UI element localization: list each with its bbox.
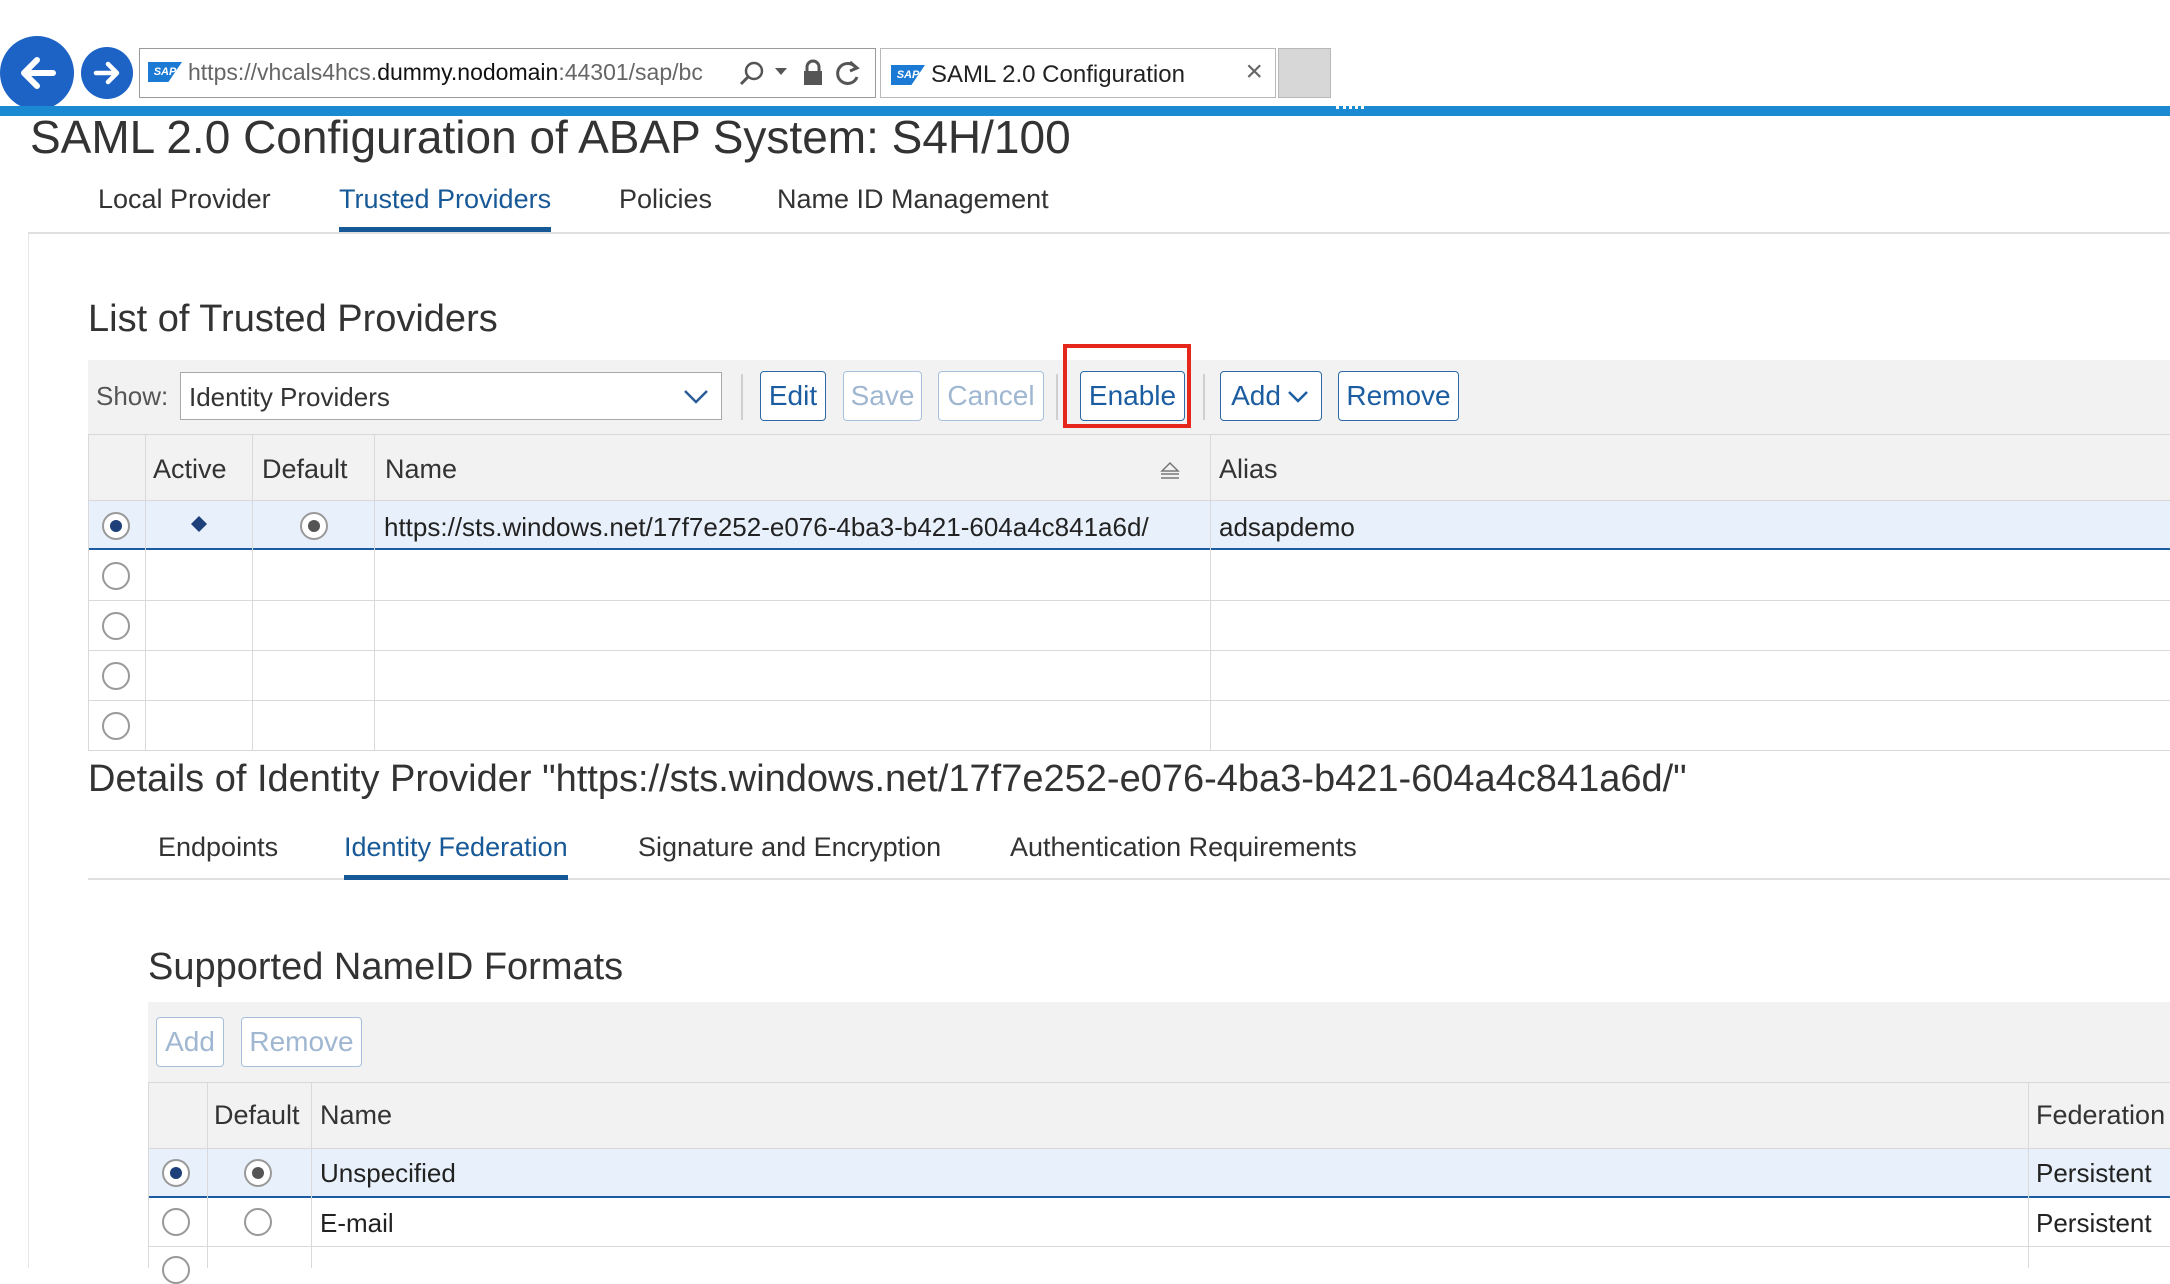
add-menu-button[interactable]: Add <box>1220 371 1322 421</box>
row-select-radio[interactable] <box>102 562 130 590</box>
row-select-radio[interactable] <box>102 662 130 690</box>
edit-button[interactable]: Edit <box>760 371 826 421</box>
show-select[interactable]: Identity Providers <box>180 372 722 420</box>
row-select-radio[interactable] <box>102 512 130 540</box>
nameid-toolbar <box>148 1002 2170 1082</box>
resize-handle[interactable] <box>1336 106 1364 113</box>
nameid-heading: Supported NameID Formats <box>148 946 624 988</box>
browser-tab-title: SAML 2.0 Configuration <box>931 61 1185 88</box>
sort-icon[interactable] <box>1158 460 1182 480</box>
row-select-radio[interactable] <box>162 1208 190 1236</box>
sap-logo-icon: SAP <box>891 65 925 85</box>
remove-button[interactable]: Remove <box>1338 371 1459 421</box>
back-button[interactable] <box>0 36 74 110</box>
tab-endpoints[interactable]: Endpoints <box>158 832 278 875</box>
nameid-name: Unspecified <box>320 1158 456 1188</box>
column-header-name[interactable]: Name <box>385 454 457 485</box>
grid-line <box>88 750 2170 751</box>
search-icon[interactable] <box>738 60 766 88</box>
chevron-down-icon <box>1288 391 1308 403</box>
tab-authentication-requirements[interactable]: Authentication Requirements <box>1010 832 1357 875</box>
row-select-radio[interactable] <box>162 1159 190 1187</box>
nameid-header-row <box>148 1082 2170 1148</box>
grid-line <box>88 500 2170 501</box>
forward-button[interactable] <box>81 47 133 99</box>
address-bar[interactable]: SAP https://vhcals4hcs.dummy.nodomain:44… <box>139 48 876 98</box>
grid-line <box>88 600 2170 601</box>
new-tab-button[interactable] <box>1278 48 1331 98</box>
nameid-add-button[interactable]: Add <box>156 1017 224 1067</box>
address-url: https://vhcals4hcs.dummy.nodomain:44301/… <box>188 59 703 85</box>
tab-identity-federation[interactable]: Identity Federation <box>344 832 568 880</box>
row-select-radio[interactable] <box>102 612 130 640</box>
nameid-name: E-mail <box>320 1208 394 1238</box>
toolbar-separator <box>1056 374 1058 420</box>
column-header-active[interactable]: Active <box>153 454 227 485</box>
grid-line <box>2028 1082 2029 1268</box>
provider-name: https://sts.windows.net/17f7e252-e076-4b… <box>384 512 1149 542</box>
add-menu-label: Add <box>1231 380 1281 411</box>
grid-line <box>207 1082 208 1268</box>
column-header-federation[interactable]: Federation <box>2036 1100 2165 1131</box>
column-header-name[interactable]: Name <box>320 1100 392 1131</box>
grid-line <box>148 1082 149 1268</box>
enable-highlight-box <box>1063 344 1191 428</box>
lock-icon[interactable] <box>802 59 824 87</box>
details-heading: Details of Identity Provider "https://st… <box>88 758 1687 800</box>
tab-local-provider[interactable]: Local Provider <box>98 184 271 227</box>
nameid-remove-button[interactable]: Remove <box>241 1017 362 1067</box>
grid-line <box>88 434 89 750</box>
tab-trusted-providers[interactable]: Trusted Providers <box>339 184 552 232</box>
page-title: SAML 2.0 Configuration of ABAP System: S… <box>30 111 1071 163</box>
column-header-default[interactable]: Default <box>214 1100 300 1131</box>
toolbar-separator <box>1203 374 1205 420</box>
row-select-radio[interactable] <box>102 712 130 740</box>
sap-logo-icon: SAP <box>148 62 182 82</box>
save-button[interactable]: Save <box>843 371 922 421</box>
tab-name-id-management[interactable]: Name ID Management <box>777 184 1049 227</box>
close-tab-icon[interactable]: × <box>1245 55 1263 89</box>
row-select-radio[interactable] <box>162 1256 190 1284</box>
default-radio[interactable] <box>300 512 328 540</box>
grid-line <box>88 700 2170 701</box>
show-select-value: Identity Providers <box>189 382 390 412</box>
grid-line <box>88 434 2170 435</box>
arrow-right-icon <box>93 61 120 85</box>
grid-line <box>311 1082 312 1268</box>
providers-heading: List of Trusted Providers <box>88 298 498 340</box>
main-tab-strip: Local Provider Trusted Providers Policie… <box>28 172 2170 234</box>
grid-line <box>88 650 2170 651</box>
details-tab-strip: Endpoints Identity Federation Signature … <box>88 820 2170 880</box>
column-header-alias[interactable]: Alias <box>1219 454 1278 485</box>
show-label: Show: <box>96 381 169 411</box>
grid-line <box>148 1148 2170 1149</box>
default-radio[interactable] <box>244 1159 272 1187</box>
grid-line <box>145 434 146 750</box>
nameid-federation: Persistent <box>2036 1158 2152 1188</box>
refresh-icon[interactable] <box>834 59 862 87</box>
tab-signature-encryption[interactable]: Signature and Encryption <box>638 832 941 875</box>
arrow-left-icon <box>21 57 56 89</box>
toolbar-separator <box>741 374 743 420</box>
grid-line <box>252 434 253 750</box>
grid-line <box>148 1246 2170 1247</box>
provider-alias: adsapdemo <box>1219 512 1355 542</box>
nameid-federation: Persistent <box>2036 1208 2152 1238</box>
column-header-default[interactable]: Default <box>262 454 348 485</box>
grid-line <box>374 434 375 750</box>
active-diamond-icon <box>191 516 207 532</box>
browser-tab[interactable]: SAP SAML 2.0 Configuration × <box>880 48 1276 98</box>
default-radio[interactable] <box>244 1208 272 1236</box>
cancel-button[interactable]: Cancel <box>938 371 1044 421</box>
chevron-down-icon <box>684 390 708 404</box>
dropdown-arrow-icon[interactable] <box>774 67 788 77</box>
grid-line <box>148 1082 2170 1083</box>
grid-line <box>1210 434 1211 750</box>
tab-policies[interactable]: Policies <box>619 184 712 227</box>
